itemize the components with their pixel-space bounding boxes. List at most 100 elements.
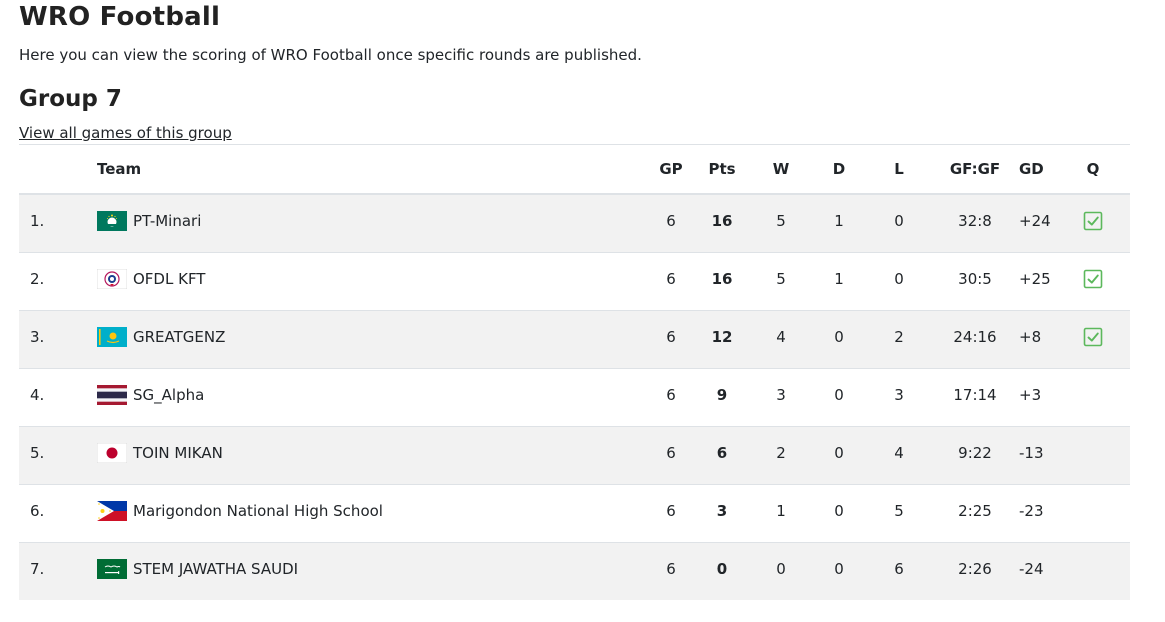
qualified-check-icon [1083,211,1103,231]
points-cell: 16 [701,250,743,307]
gp-cell: 6 [666,385,676,404]
points-value: 9 [716,385,728,404]
standings-table: Team GP Pts W D L GF:GF GD Q 1. 6 5 1 0 32:8 +… [19,144,1130,600]
draws-cell: 1 [834,269,844,288]
table-header-row: Team GP Pts W D L GF:GF GD Q [19,145,1130,194]
goals-cell: 30:5 [958,269,992,288]
gp-cell: 6 [666,501,676,520]
table-row: 6. 6 1 0 5 2:25 -23 3 Marigondon National High S… [19,484,1130,542]
goals-cell: 32:8 [958,211,992,230]
rank-cell: 1. [30,211,45,230]
losses-cell: 5 [894,501,904,520]
wins-cell: 3 [776,385,786,404]
wins-cell: 0 [776,559,786,578]
saudi-arabia-flag-icon [97,558,127,579]
qualified-cell [1081,540,1105,597]
rank-cell: 5. [30,443,45,462]
points-cell: 9 [701,366,743,423]
page-intro: Here you can view the scoring of WRO Foo… [19,46,642,64]
header-q[interactable]: Q [1081,145,1105,193]
goal-difference-cell: -24 [1019,559,1044,578]
gp-cell: 6 [666,269,676,288]
draws-cell: 0 [834,385,844,404]
kazakhstan-flag-icon [97,326,127,347]
qualified-check-icon [1083,269,1103,289]
team-name[interactable]: SG_Alpha [133,386,204,404]
goal-difference-cell: +25 [1019,269,1051,288]
draws-cell: 0 [834,443,844,462]
group-title: Group 7 [19,86,122,112]
japan-flag-icon [97,442,127,463]
team-cell: Marigondon National High School [97,482,383,539]
team-name[interactable]: GREATGENZ [133,328,225,346]
points-cell: 16 [701,192,743,249]
table-row: 3. 6 4 0 2 24:16 +8 12 GREATGENZ [19,310,1130,368]
wins-cell: 2 [776,443,786,462]
points-cell: 0 [701,540,743,597]
team-name[interactable]: OFDL KFT [133,270,205,288]
gp-cell: 6 [666,559,676,578]
team-cell: OFDL KFT [97,250,205,307]
draws-cell: 0 [834,327,844,346]
losses-cell: 0 [894,211,904,230]
draws-cell: 0 [834,501,844,520]
wins-cell: 1 [776,501,786,520]
header-team[interactable]: Team [97,145,141,193]
gp-cell: 6 [666,211,676,230]
losses-cell: 4 [894,443,904,462]
chinese-taipei-flag-icon [97,268,127,289]
points-value: 6 [716,443,728,462]
points-cell: 3 [701,482,743,539]
view-group-games-link[interactable]: View all games of this group [19,124,232,142]
header-gp[interactable]: GP [647,145,695,193]
gp-cell: 6 [666,443,676,462]
qualified-cell [1081,192,1105,249]
goals-cell: 9:22 [958,443,992,462]
team-cell: PT-Minari [97,192,201,249]
header-l[interactable]: L [875,145,923,193]
draws-cell: 0 [834,559,844,578]
page-title: WRO Football [19,2,221,32]
table-row: 1. 6 5 1 0 32:8 +24 16 PT-Minari [19,194,1130,252]
draws-cell: 1 [834,211,844,230]
team-cell: TOIN MIKAN [97,424,223,481]
rank-cell: 7. [30,559,45,578]
team-name[interactable]: PT-Minari [133,212,201,230]
team-cell: STEM JAWATHA SAUDI [97,540,298,597]
losses-cell: 6 [894,559,904,578]
goals-cell: 2:26 [958,559,992,578]
goals-cell: 24:16 [953,327,997,346]
qualified-cell [1081,250,1105,307]
table-row: 5. 6 2 0 4 9:22 -13 6 TOIN MIKAN [19,426,1130,484]
goal-difference-cell: +3 [1019,385,1042,404]
qualified-check-icon [1083,327,1103,347]
points-cell: 12 [701,308,743,365]
rank-cell: 4. [30,385,45,404]
rank-cell: 2. [30,269,45,288]
losses-cell: 2 [894,327,904,346]
points-value: 0 [716,559,728,578]
team-name[interactable]: Marigondon National High School [133,502,383,520]
points-value: 3 [716,501,728,520]
qualified-cell [1081,424,1105,481]
losses-cell: 0 [894,269,904,288]
table-row: 4. 6 3 0 3 17:14 +3 9 SG_Alpha [19,368,1130,426]
team-name[interactable]: TOIN MIKAN [133,444,223,462]
header-gfga[interactable]: GF:GF [945,145,1005,193]
team-cell: SG_Alpha [97,366,204,423]
goal-difference-cell: -13 [1019,443,1044,462]
rank-cell: 3. [30,327,45,346]
team-name[interactable]: STEM JAWATHA SAUDI [133,560,298,578]
qualified-cell [1081,366,1105,423]
header-d[interactable]: D [815,145,863,193]
macau-flag-icon [97,210,127,231]
table-row: 7. 6 0 0 6 2:26 -24 0 STEM JAWATHA SAUDI [19,542,1130,600]
team-cell: GREATGENZ [97,308,225,365]
header-pts[interactable]: Pts [701,145,743,193]
header-w[interactable]: W [757,145,805,193]
points-cell: 6 [701,424,743,481]
header-gd[interactable]: GD [1019,145,1055,193]
qualified-cell [1081,308,1105,365]
table-row: 2. 6 5 1 0 30:5 +25 16 OFDL KFT [19,252,1130,310]
points-value: 16 [711,211,733,230]
